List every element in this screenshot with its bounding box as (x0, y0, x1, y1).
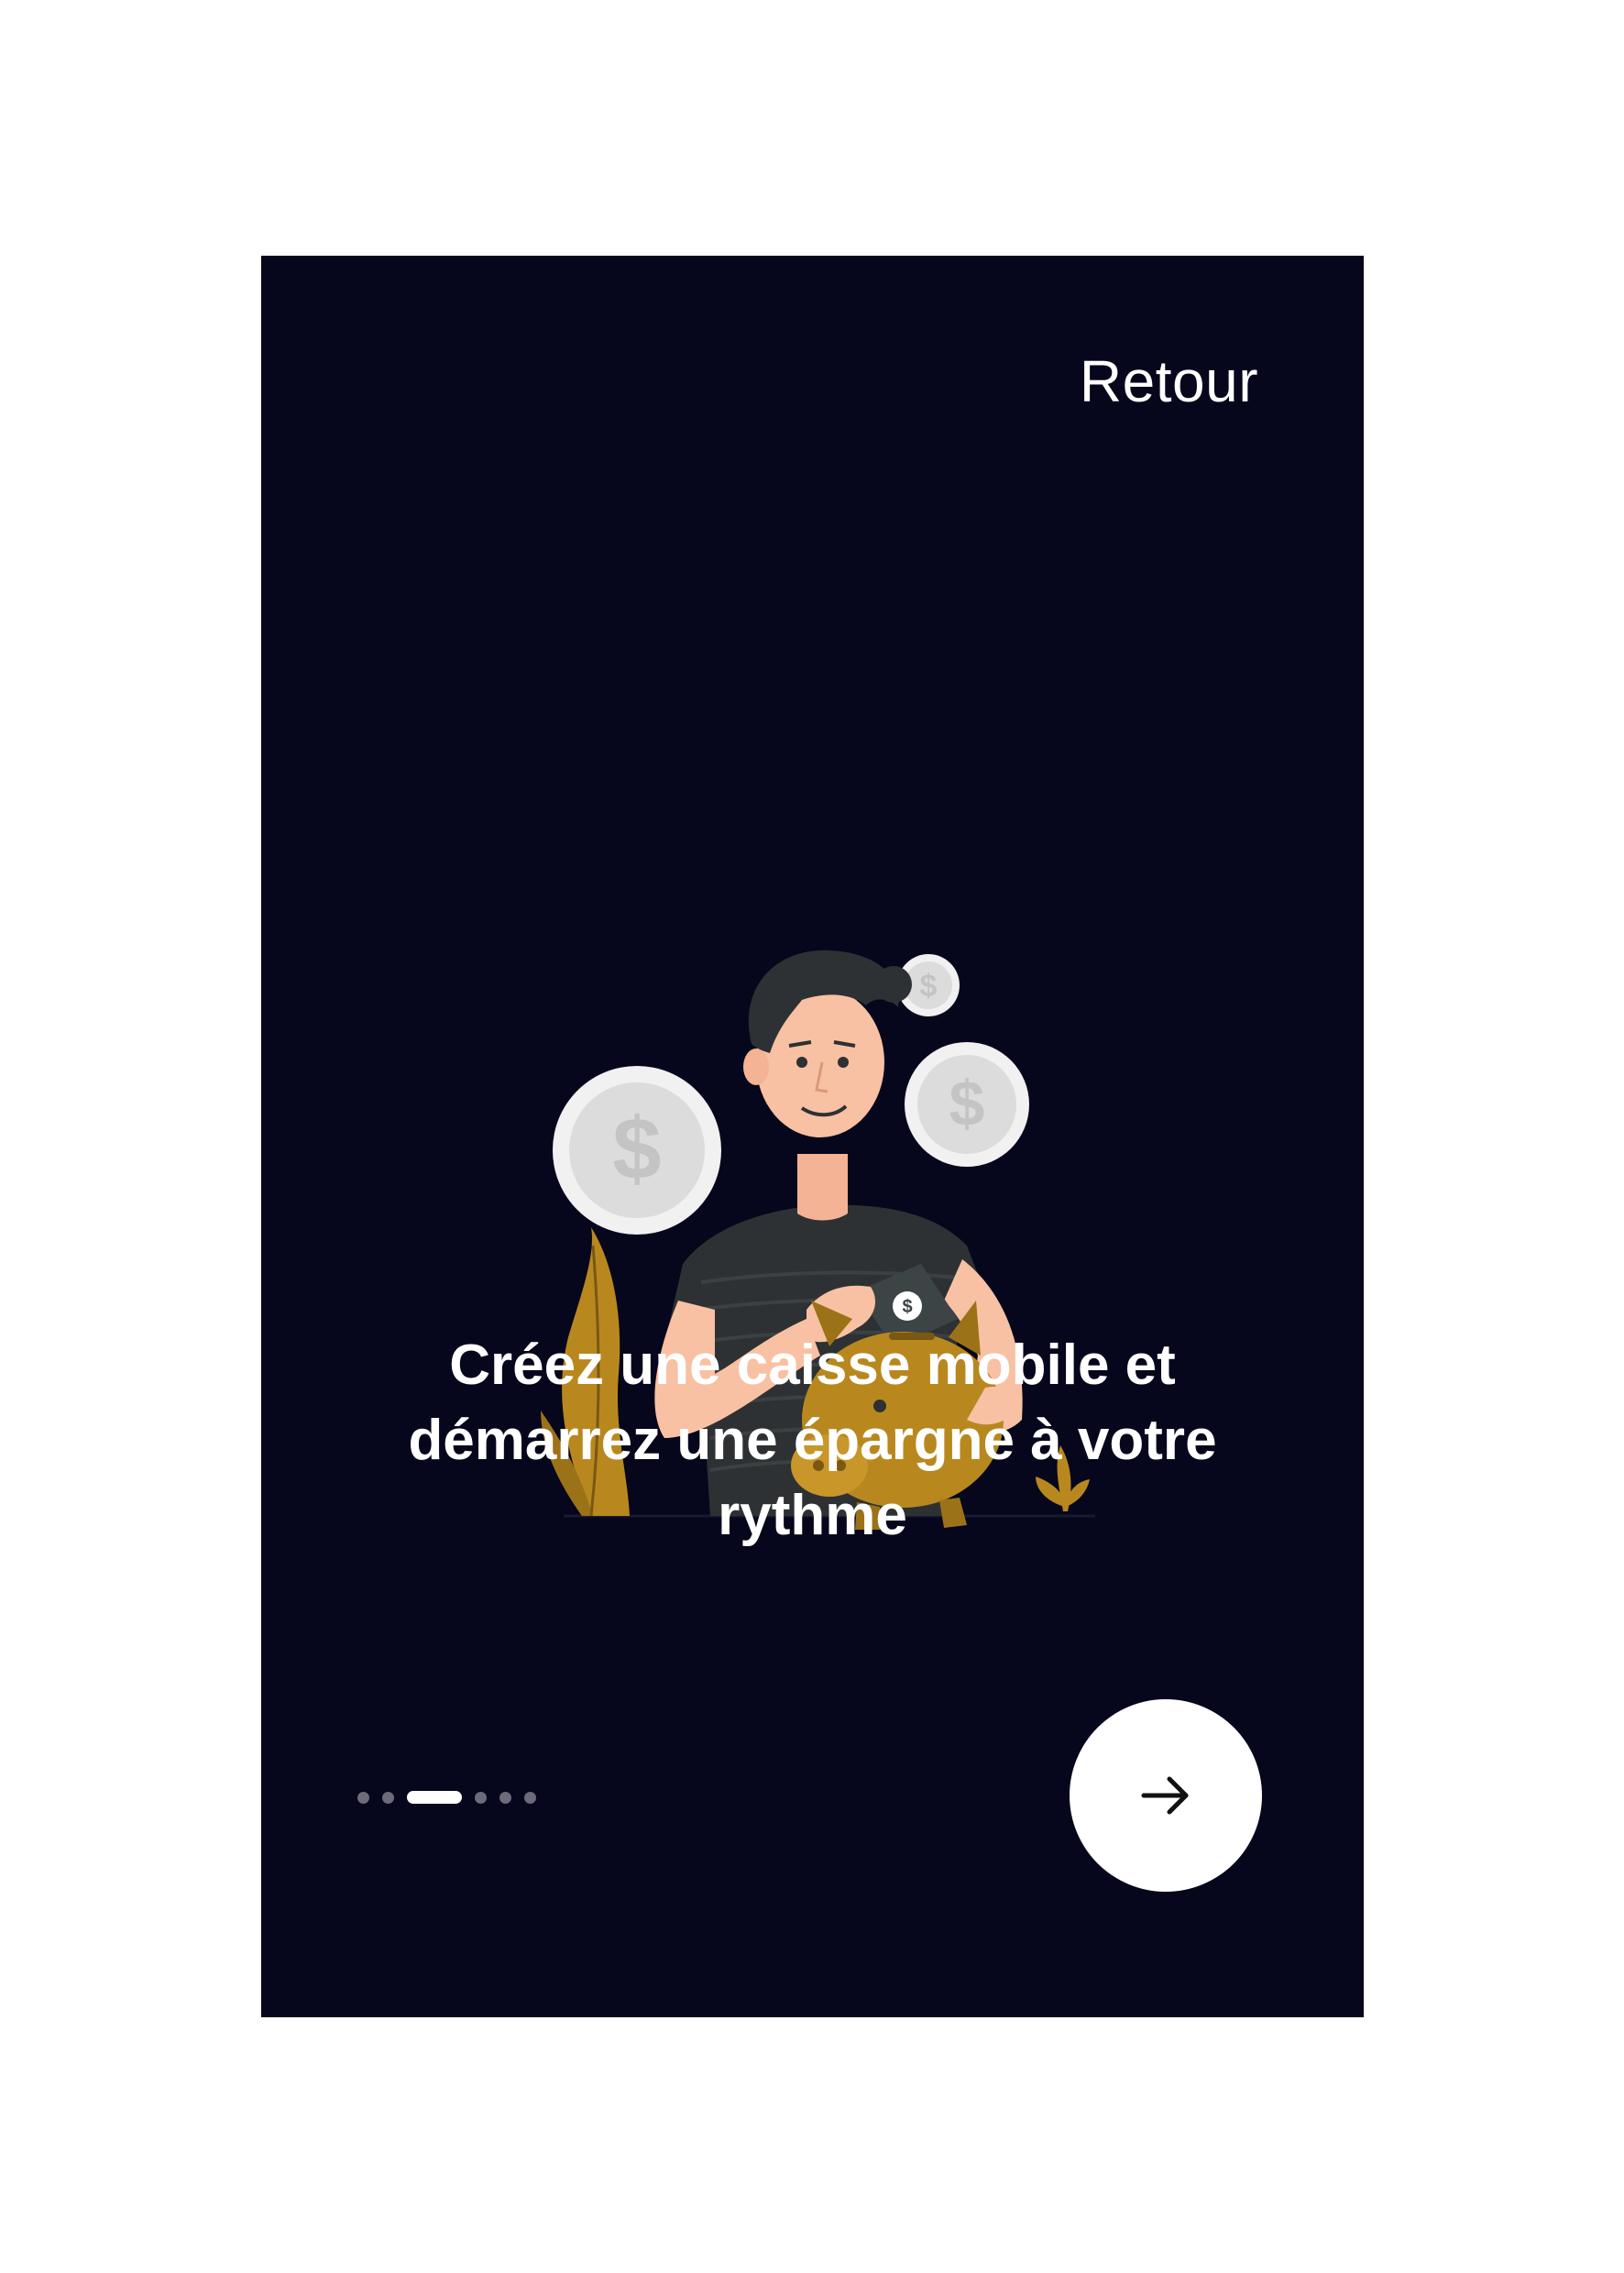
headline-line: démarrez une épargne à votre (408, 1409, 1217, 1472)
svg-text:$: $ (902, 1297, 912, 1317)
next-button[interactable] (1070, 1699, 1262, 1892)
page-dot-active[interactable] (407, 1791, 462, 1804)
svg-text:$: $ (612, 1100, 661, 1198)
page-dot[interactable] (357, 1791, 369, 1804)
arrow-right-icon (1141, 1776, 1189, 1815)
page-dot[interactable] (382, 1791, 394, 1804)
coin-icon: $ (553, 1066, 721, 1235)
page-indicator (357, 1788, 536, 1806)
page-dot[interactable] (499, 1791, 511, 1804)
onboarding-headline: Créez une caisse mobile et démarrez une … (316, 1328, 1309, 1554)
onboarding-screen: Retour $ $ $ $ Créez une caisse mobile e… (261, 256, 1364, 2017)
headline-line: rythme (718, 1484, 907, 1547)
page-dot[interactable] (475, 1791, 487, 1804)
svg-text:$: $ (920, 969, 938, 1004)
back-link[interactable]: Retour (1080, 347, 1258, 415)
svg-text:$: $ (949, 1068, 985, 1139)
coin-icon: $ (905, 1042, 1029, 1167)
page-dot[interactable] (524, 1791, 536, 1804)
headline-line: Créez une caisse mobile et (449, 1334, 1176, 1397)
